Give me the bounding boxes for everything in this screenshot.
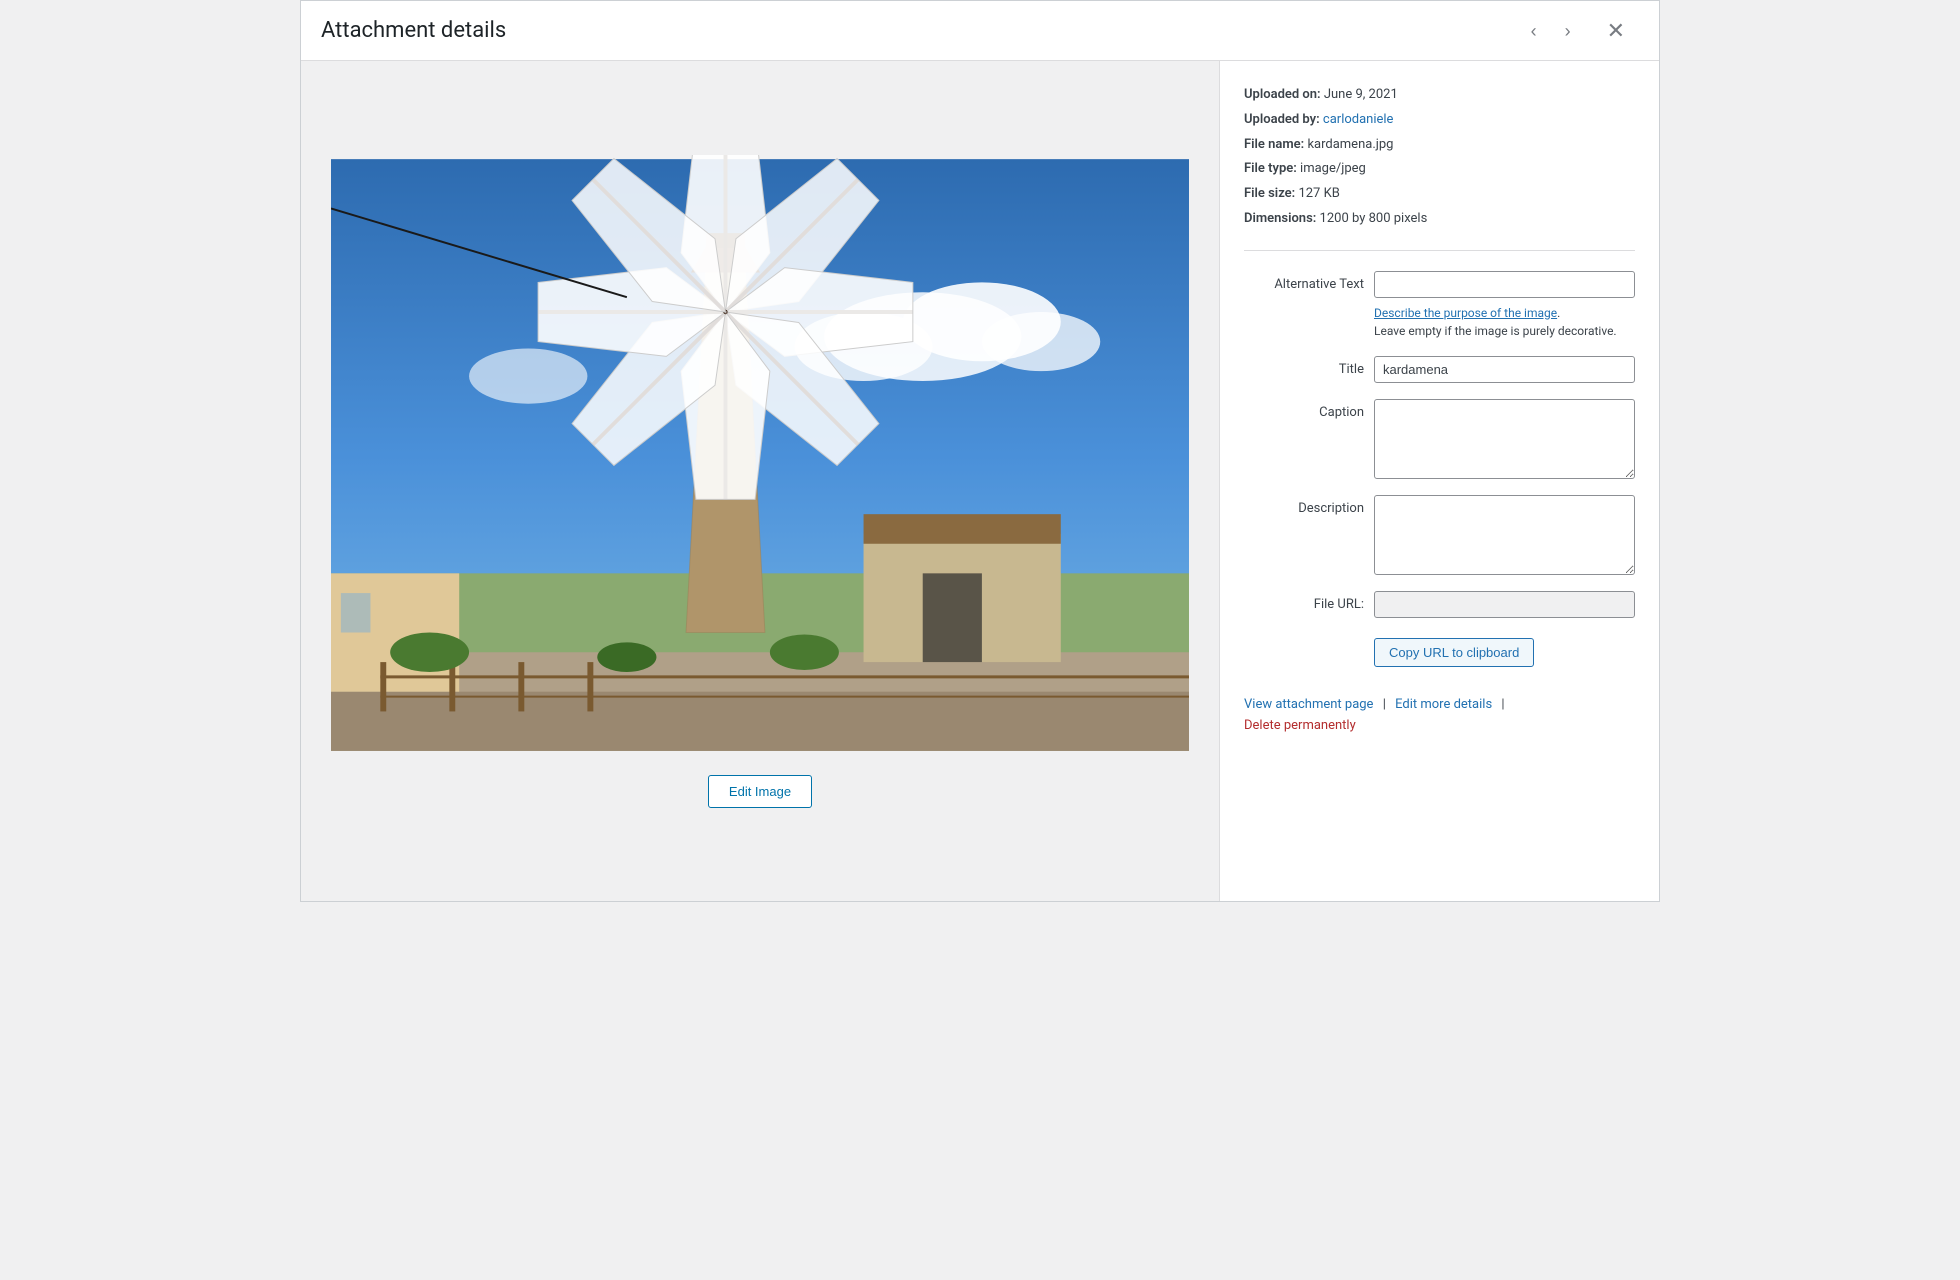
file-url-row: File URL:	[1244, 591, 1635, 618]
caption-row: Caption	[1244, 399, 1635, 479]
caption-field	[1374, 399, 1635, 479]
close-button[interactable]: ✕	[1593, 12, 1639, 50]
divider	[1244, 250, 1635, 251]
file-info-section: Uploaded on: June 9, 2021 Uploaded by: c…	[1244, 85, 1635, 230]
caption-label: Caption	[1244, 399, 1364, 420]
title-input[interactable]	[1374, 356, 1635, 383]
description-field	[1374, 495, 1635, 575]
title-row: Title	[1244, 356, 1635, 383]
next-button[interactable]: ›	[1551, 14, 1585, 48]
alt-text-hint: Describe the purpose of the image. Leave…	[1374, 304, 1635, 340]
footer-links: View attachment page | Edit more details…	[1244, 697, 1635, 733]
description-row: Description	[1244, 495, 1635, 575]
image-wrapper: Edit Image	[331, 155, 1189, 808]
delete-permanently-link[interactable]: Delete permanently	[1244, 718, 1635, 733]
alt-text-row: Alternative Text Describe the purpose of…	[1244, 271, 1635, 340]
file-url-field	[1374, 591, 1635, 618]
description-label: Description	[1244, 495, 1364, 516]
file-name: File name: kardamena.jpg	[1244, 135, 1635, 156]
view-attachment-page-link[interactable]: View attachment page	[1244, 697, 1373, 712]
copy-url-row: Copy URL to clipboard	[1244, 634, 1635, 667]
alt-text-label: Alternative Text	[1244, 271, 1364, 292]
attachment-image-preview	[331, 155, 1189, 755]
right-panel: Uploaded on: June 9, 2021 Uploaded by: c…	[1219, 61, 1659, 901]
modal-header: Attachment details ‹ › ✕	[301, 1, 1659, 61]
footer-top-links: View attachment page | Edit more details…	[1244, 697, 1635, 712]
file-size: File size: 127 KB	[1244, 184, 1635, 205]
edit-image-button[interactable]: Edit Image	[708, 775, 812, 808]
file-type: File type: image/jpeg	[1244, 159, 1635, 180]
alt-text-hint-link[interactable]: Describe the purpose of the image	[1374, 306, 1557, 320]
uploaded-by-link[interactable]: carlodaniele	[1323, 112, 1394, 127]
copy-url-button[interactable]: Copy URL to clipboard	[1374, 638, 1534, 667]
form-section: Alternative Text Describe the purpose of…	[1244, 271, 1635, 667]
uploaded-by: Uploaded by: carlodaniele	[1244, 110, 1635, 131]
modal-body: Edit Image Uploaded on: June 9, 2021 Upl…	[301, 61, 1659, 901]
left-panel: Edit Image	[301, 61, 1219, 901]
dimensions: Dimensions: 1200 by 800 pixels	[1244, 209, 1635, 230]
title-label: Title	[1244, 356, 1364, 377]
edit-more-details-link[interactable]: Edit more details	[1395, 697, 1492, 712]
alt-text-input[interactable]	[1374, 271, 1635, 298]
caption-textarea[interactable]	[1374, 399, 1635, 479]
file-url-input[interactable]	[1374, 591, 1635, 618]
file-url-label: File URL:	[1244, 591, 1364, 612]
footer-separator-2: |	[1501, 697, 1504, 712]
footer-separator-1: |	[1383, 697, 1386, 712]
modal-nav: ‹ › ✕	[1517, 12, 1639, 50]
alt-text-field: Describe the purpose of the image. Leave…	[1374, 271, 1635, 340]
description-textarea[interactable]	[1374, 495, 1635, 575]
modal-title: Attachment details	[321, 18, 1517, 43]
uploaded-on: Uploaded on: June 9, 2021	[1244, 85, 1635, 106]
prev-button[interactable]: ‹	[1517, 14, 1551, 48]
title-field	[1374, 356, 1635, 383]
